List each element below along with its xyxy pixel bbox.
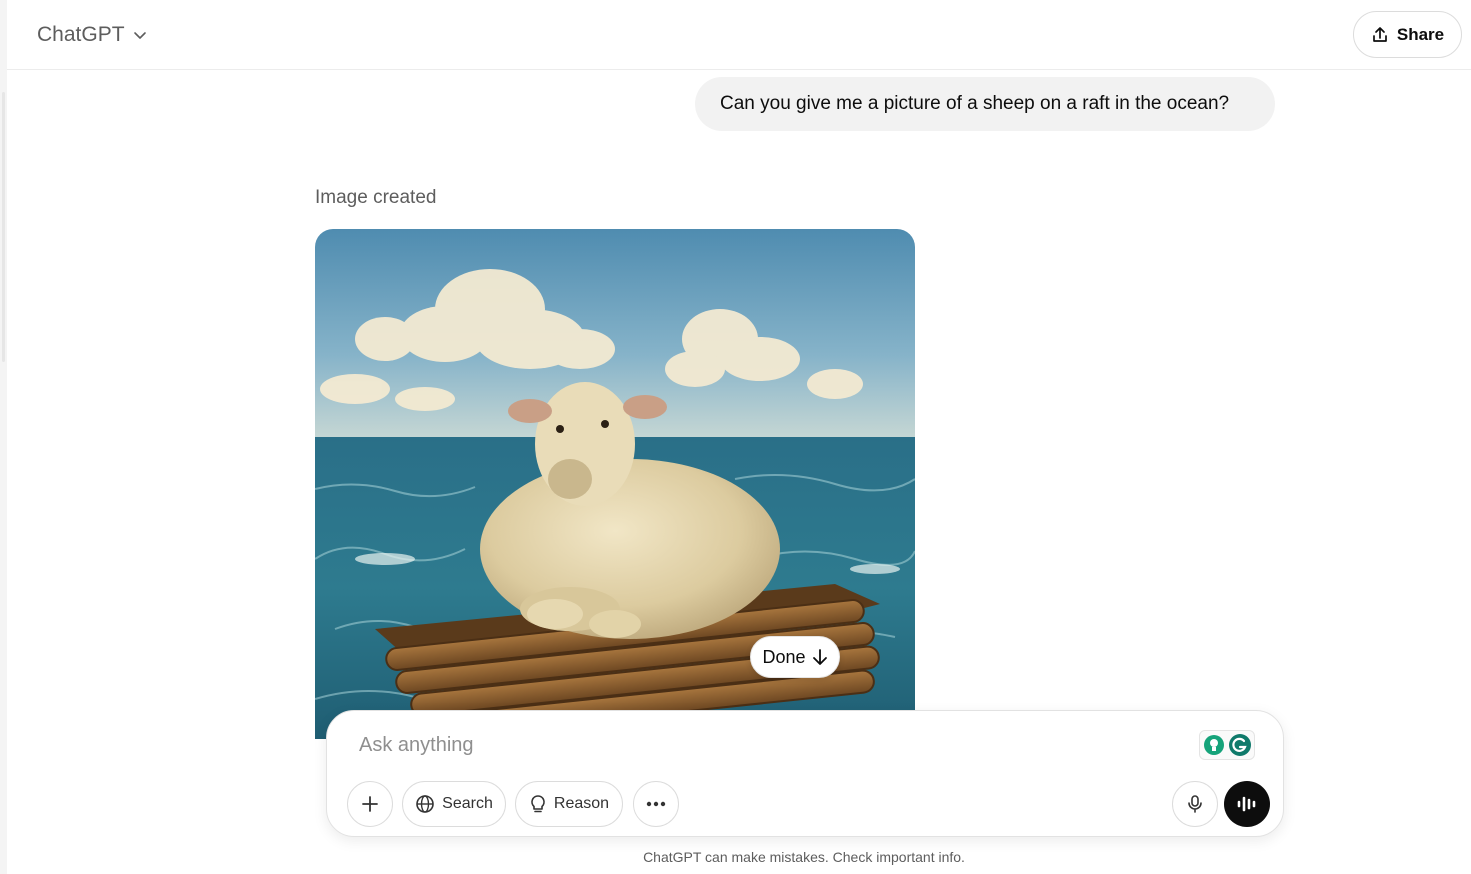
add-attachment-button[interactable] — [347, 781, 393, 827]
user-message: Can you give me a picture of a sheep on … — [695, 77, 1275, 131]
share-button[interactable]: Share — [1353, 11, 1462, 58]
image-created-label: Image created — [315, 187, 437, 208]
model-name: ChatGPT — [37, 23, 125, 46]
done-scroll-button[interactable]: Done — [750, 636, 840, 678]
top-bar: ChatGPT Share — [7, 0, 1471, 70]
composer: Search Reason — [326, 710, 1284, 837]
chevron-down-icon — [133, 32, 146, 39]
sidebar-edge — [0, 0, 7, 874]
more-options-button[interactable] — [633, 781, 679, 827]
dictate-button[interactable] — [1172, 781, 1218, 827]
ask-input[interactable] — [359, 731, 1179, 759]
search-label: Search — [442, 795, 493, 812]
lightbulb-icon — [531, 795, 545, 813]
lightbulb-badge-icon — [1203, 735, 1224, 755]
voice-mode-button[interactable] — [1224, 781, 1270, 827]
grammarly-widget[interactable] — [1199, 730, 1255, 760]
disclaimer-text: ChatGPT can make mistakes. Check importa… — [643, 849, 965, 865]
reason-button[interactable]: Reason — [515, 781, 623, 827]
share-label: Share — [1396, 24, 1445, 44]
search-button[interactable]: Search — [402, 781, 506, 827]
sidebar-scroll-edge — [2, 92, 5, 362]
plus-icon — [362, 796, 378, 812]
arrow-down-icon — [812, 649, 827, 665]
ellipsis-icon — [646, 801, 666, 807]
microphone-icon — [1188, 795, 1202, 813]
reason-label: Reason — [553, 795, 610, 812]
globe-icon — [416, 795, 434, 813]
model-selector[interactable]: ChatGPT — [29, 18, 155, 52]
done-label: Done — [762, 646, 806, 667]
share-icon — [1373, 26, 1387, 42]
grammarly-icon — [1228, 734, 1251, 756]
voice-waveform-icon — [1237, 796, 1256, 812]
